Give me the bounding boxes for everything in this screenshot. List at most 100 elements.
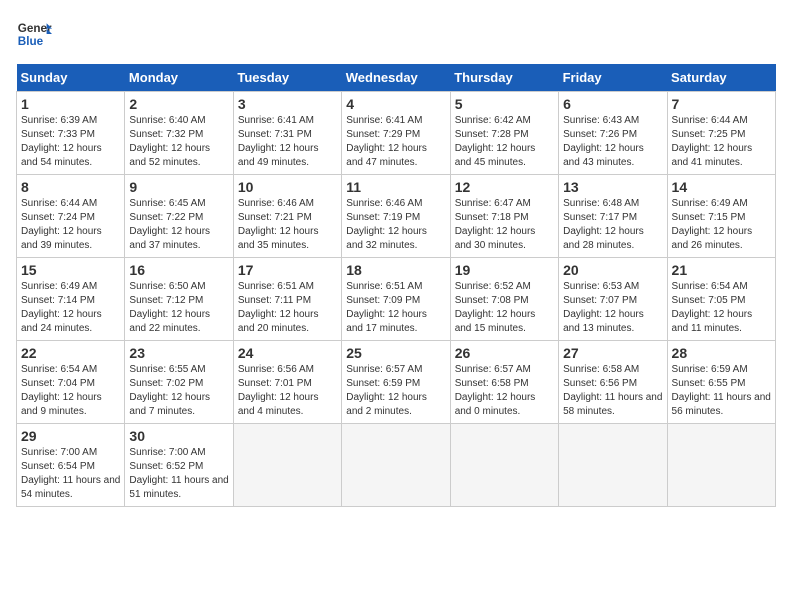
day-detail: Sunrise: 6:42 AMSunset: 7:28 PMDaylight:… [455,114,554,170]
calendar-cell [233,424,341,507]
day-number: 9 [129,179,228,195]
day-number: 19 [455,262,554,278]
day-detail: Sunrise: 6:54 AMSunset: 7:05 PMDaylight:… [672,280,771,336]
day-number: 13 [563,179,662,195]
day-number: 27 [563,345,662,361]
calendar-cell: 30 Sunrise: 7:00 AMSunset: 6:52 PMDaylig… [125,424,233,507]
day-number: 2 [129,96,228,112]
day-number: 17 [238,262,337,278]
day-number: 30 [129,428,228,444]
day-number: 7 [672,96,771,112]
day-number: 26 [455,345,554,361]
day-number: 6 [563,96,662,112]
day-number: 5 [455,96,554,112]
day-number: 21 [672,262,771,278]
svg-text:Blue: Blue [18,35,44,48]
calendar-cell: 18 Sunrise: 6:51 AMSunset: 7:09 PMDaylig… [342,258,450,341]
calendar-cell [667,424,775,507]
page-header: General Blue [16,16,776,52]
calendar-cell: 9 Sunrise: 6:45 AMSunset: 7:22 PMDayligh… [125,175,233,258]
logo-icon: General Blue [16,16,52,52]
calendar-cell: 3 Sunrise: 6:41 AMSunset: 7:31 PMDayligh… [233,92,341,175]
calendar-week-row: 15 Sunrise: 6:49 AMSunset: 7:14 PMDaylig… [17,258,776,341]
calendar-cell: 24 Sunrise: 6:56 AMSunset: 7:01 PMDaylig… [233,341,341,424]
day-detail: Sunrise: 6:55 AMSunset: 7:02 PMDaylight:… [129,363,228,419]
weekday-header: Saturday [667,64,775,92]
day-detail: Sunrise: 6:57 AMSunset: 6:59 PMDaylight:… [346,363,445,419]
day-number: 15 [21,262,120,278]
calendar-cell: 10 Sunrise: 6:46 AMSunset: 7:21 PMDaylig… [233,175,341,258]
day-detail: Sunrise: 6:50 AMSunset: 7:12 PMDaylight:… [129,280,228,336]
calendar-cell: 21 Sunrise: 6:54 AMSunset: 7:05 PMDaylig… [667,258,775,341]
weekday-header: Friday [559,64,667,92]
weekday-header: Monday [125,64,233,92]
calendar-cell: 1 Sunrise: 6:39 AMSunset: 7:33 PMDayligh… [17,92,125,175]
calendar-cell: 27 Sunrise: 6:58 AMSunset: 6:56 PMDaylig… [559,341,667,424]
day-number: 24 [238,345,337,361]
calendar-week-row: 8 Sunrise: 6:44 AMSunset: 7:24 PMDayligh… [17,175,776,258]
day-detail: Sunrise: 6:43 AMSunset: 7:26 PMDaylight:… [563,114,662,170]
day-detail: Sunrise: 6:44 AMSunset: 7:24 PMDaylight:… [21,197,120,253]
day-number: 25 [346,345,445,361]
day-number: 1 [21,96,120,112]
weekday-header: Tuesday [233,64,341,92]
day-number: 14 [672,179,771,195]
calendar-cell: 29 Sunrise: 7:00 AMSunset: 6:54 PMDaylig… [17,424,125,507]
weekday-header: Sunday [17,64,125,92]
calendar-cell [342,424,450,507]
day-detail: Sunrise: 6:49 AMSunset: 7:15 PMDaylight:… [672,197,771,253]
calendar-cell: 15 Sunrise: 6:49 AMSunset: 7:14 PMDaylig… [17,258,125,341]
day-number: 29 [21,428,120,444]
calendar-cell [450,424,558,507]
calendar-cell: 8 Sunrise: 6:44 AMSunset: 7:24 PMDayligh… [17,175,125,258]
calendar-cell: 22 Sunrise: 6:54 AMSunset: 7:04 PMDaylig… [17,341,125,424]
day-number: 10 [238,179,337,195]
calendar-cell: 14 Sunrise: 6:49 AMSunset: 7:15 PMDaylig… [667,175,775,258]
calendar-week-row: 29 Sunrise: 7:00 AMSunset: 6:54 PMDaylig… [17,424,776,507]
day-detail: Sunrise: 6:45 AMSunset: 7:22 PMDaylight:… [129,197,228,253]
day-number: 22 [21,345,120,361]
calendar-cell: 17 Sunrise: 6:51 AMSunset: 7:11 PMDaylig… [233,258,341,341]
day-detail: Sunrise: 6:51 AMSunset: 7:09 PMDaylight:… [346,280,445,336]
day-detail: Sunrise: 6:46 AMSunset: 7:21 PMDaylight:… [238,197,337,253]
calendar-cell: 11 Sunrise: 6:46 AMSunset: 7:19 PMDaylig… [342,175,450,258]
day-number: 11 [346,179,445,195]
day-detail: Sunrise: 6:54 AMSunset: 7:04 PMDaylight:… [21,363,120,419]
day-detail: Sunrise: 6:39 AMSunset: 7:33 PMDaylight:… [21,114,120,170]
calendar-table: SundayMondayTuesdayWednesdayThursdayFrid… [16,64,776,507]
day-number: 4 [346,96,445,112]
logo: General Blue [16,16,52,52]
calendar-cell: 5 Sunrise: 6:42 AMSunset: 7:28 PMDayligh… [450,92,558,175]
day-number: 3 [238,96,337,112]
day-number: 18 [346,262,445,278]
day-number: 12 [455,179,554,195]
calendar-cell: 13 Sunrise: 6:48 AMSunset: 7:17 PMDaylig… [559,175,667,258]
calendar-week-row: 22 Sunrise: 6:54 AMSunset: 7:04 PMDaylig… [17,341,776,424]
calendar-cell: 2 Sunrise: 6:40 AMSunset: 7:32 PMDayligh… [125,92,233,175]
calendar-cell: 12 Sunrise: 6:47 AMSunset: 7:18 PMDaylig… [450,175,558,258]
day-detail: Sunrise: 6:49 AMSunset: 7:14 PMDaylight:… [21,280,120,336]
day-number: 23 [129,345,228,361]
day-detail: Sunrise: 6:53 AMSunset: 7:07 PMDaylight:… [563,280,662,336]
day-number: 8 [21,179,120,195]
calendar-cell: 4 Sunrise: 6:41 AMSunset: 7:29 PMDayligh… [342,92,450,175]
day-detail: Sunrise: 6:46 AMSunset: 7:19 PMDaylight:… [346,197,445,253]
day-detail: Sunrise: 6:57 AMSunset: 6:58 PMDaylight:… [455,363,554,419]
day-detail: Sunrise: 6:58 AMSunset: 6:56 PMDaylight:… [563,363,662,419]
calendar-cell: 28 Sunrise: 6:59 AMSunset: 6:55 PMDaylig… [667,341,775,424]
day-detail: Sunrise: 6:44 AMSunset: 7:25 PMDaylight:… [672,114,771,170]
day-detail: Sunrise: 6:56 AMSunset: 7:01 PMDaylight:… [238,363,337,419]
day-detail: Sunrise: 6:51 AMSunset: 7:11 PMDaylight:… [238,280,337,336]
day-detail: Sunrise: 6:52 AMSunset: 7:08 PMDaylight:… [455,280,554,336]
weekday-header: Wednesday [342,64,450,92]
day-number: 28 [672,345,771,361]
day-number: 20 [563,262,662,278]
day-detail: Sunrise: 6:41 AMSunset: 7:29 PMDaylight:… [346,114,445,170]
calendar-cell: 6 Sunrise: 6:43 AMSunset: 7:26 PMDayligh… [559,92,667,175]
calendar-cell [559,424,667,507]
calendar-cell: 19 Sunrise: 6:52 AMSunset: 7:08 PMDaylig… [450,258,558,341]
calendar-cell: 26 Sunrise: 6:57 AMSunset: 6:58 PMDaylig… [450,341,558,424]
day-detail: Sunrise: 6:41 AMSunset: 7:31 PMDaylight:… [238,114,337,170]
day-detail: Sunrise: 7:00 AMSunset: 6:52 PMDaylight:… [129,446,228,502]
calendar-cell: 16 Sunrise: 6:50 AMSunset: 7:12 PMDaylig… [125,258,233,341]
